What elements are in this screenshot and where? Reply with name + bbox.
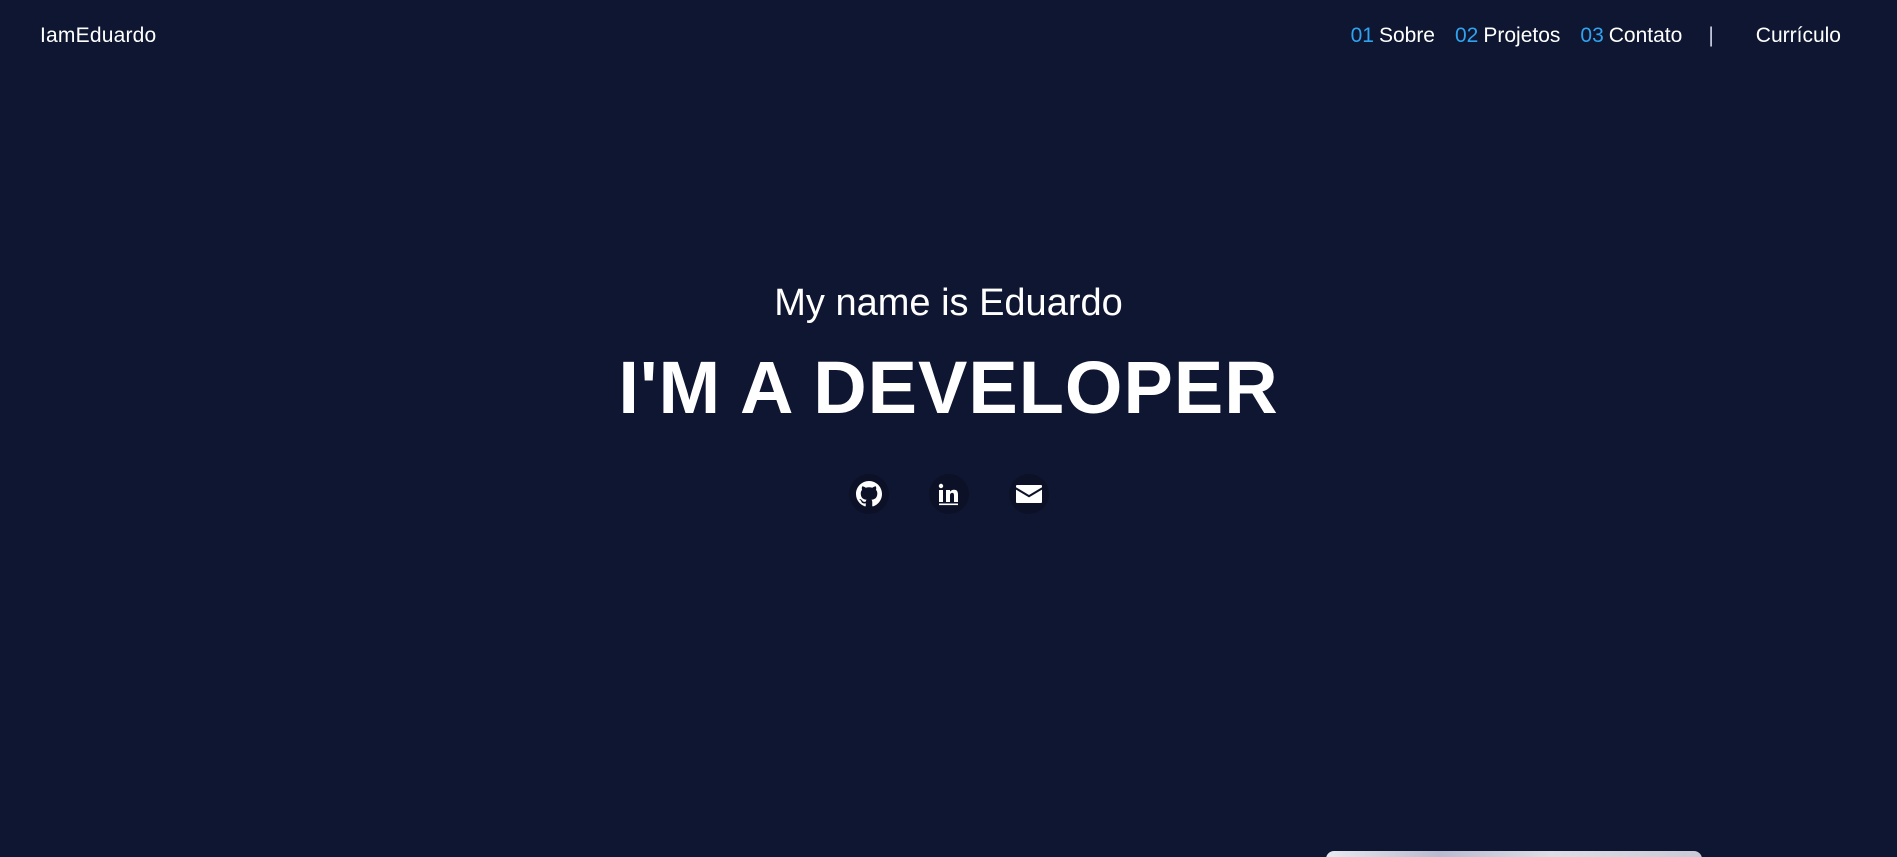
nav-number: 01	[1350, 24, 1374, 47]
nav-number: 02	[1455, 24, 1479, 47]
hero-subtitle: My name is Eduardo	[774, 282, 1123, 324]
resume-link[interactable]: Currículo	[1756, 24, 1841, 48]
main-nav: 01 Sobre 02 Projetos 03 Contato | Curríc…	[1351, 24, 1841, 48]
nav-item-projetos[interactable]: 02 Projetos	[1455, 24, 1560, 48]
nav-label: Contato	[1608, 24, 1683, 47]
hero-title: I'M A DEVELOPER	[618, 346, 1279, 429]
social-links	[0, 474, 1897, 514]
linkedin-link[interactable]	[928, 474, 969, 514]
project-card-preview	[1326, 851, 1702, 857]
linkedin-icon	[938, 483, 958, 506]
github-icon	[855, 481, 882, 507]
nav-label: Projetos	[1483, 24, 1561, 47]
email-link[interactable]	[1008, 474, 1049, 514]
nav-item-contato[interactable]: 03 Contato	[1580, 24, 1682, 48]
nav-label: Sobre	[1378, 24, 1435, 47]
nav-number: 03	[1580, 24, 1604, 47]
mail-icon	[1015, 485, 1042, 503]
github-link[interactable]	[848, 474, 889, 514]
hero-section: My name is Eduardo I'M A DEVELOPER	[0, 278, 1897, 430]
page: IamEduardo 01 Sobre 02 Projetos 03 Conta…	[0, 0, 1897, 857]
nav-separator: |	[1708, 24, 1714, 47]
nav-item-sobre[interactable]: 01 Sobre	[1351, 24, 1435, 48]
brand-logo[interactable]: IamEduardo	[40, 24, 156, 48]
